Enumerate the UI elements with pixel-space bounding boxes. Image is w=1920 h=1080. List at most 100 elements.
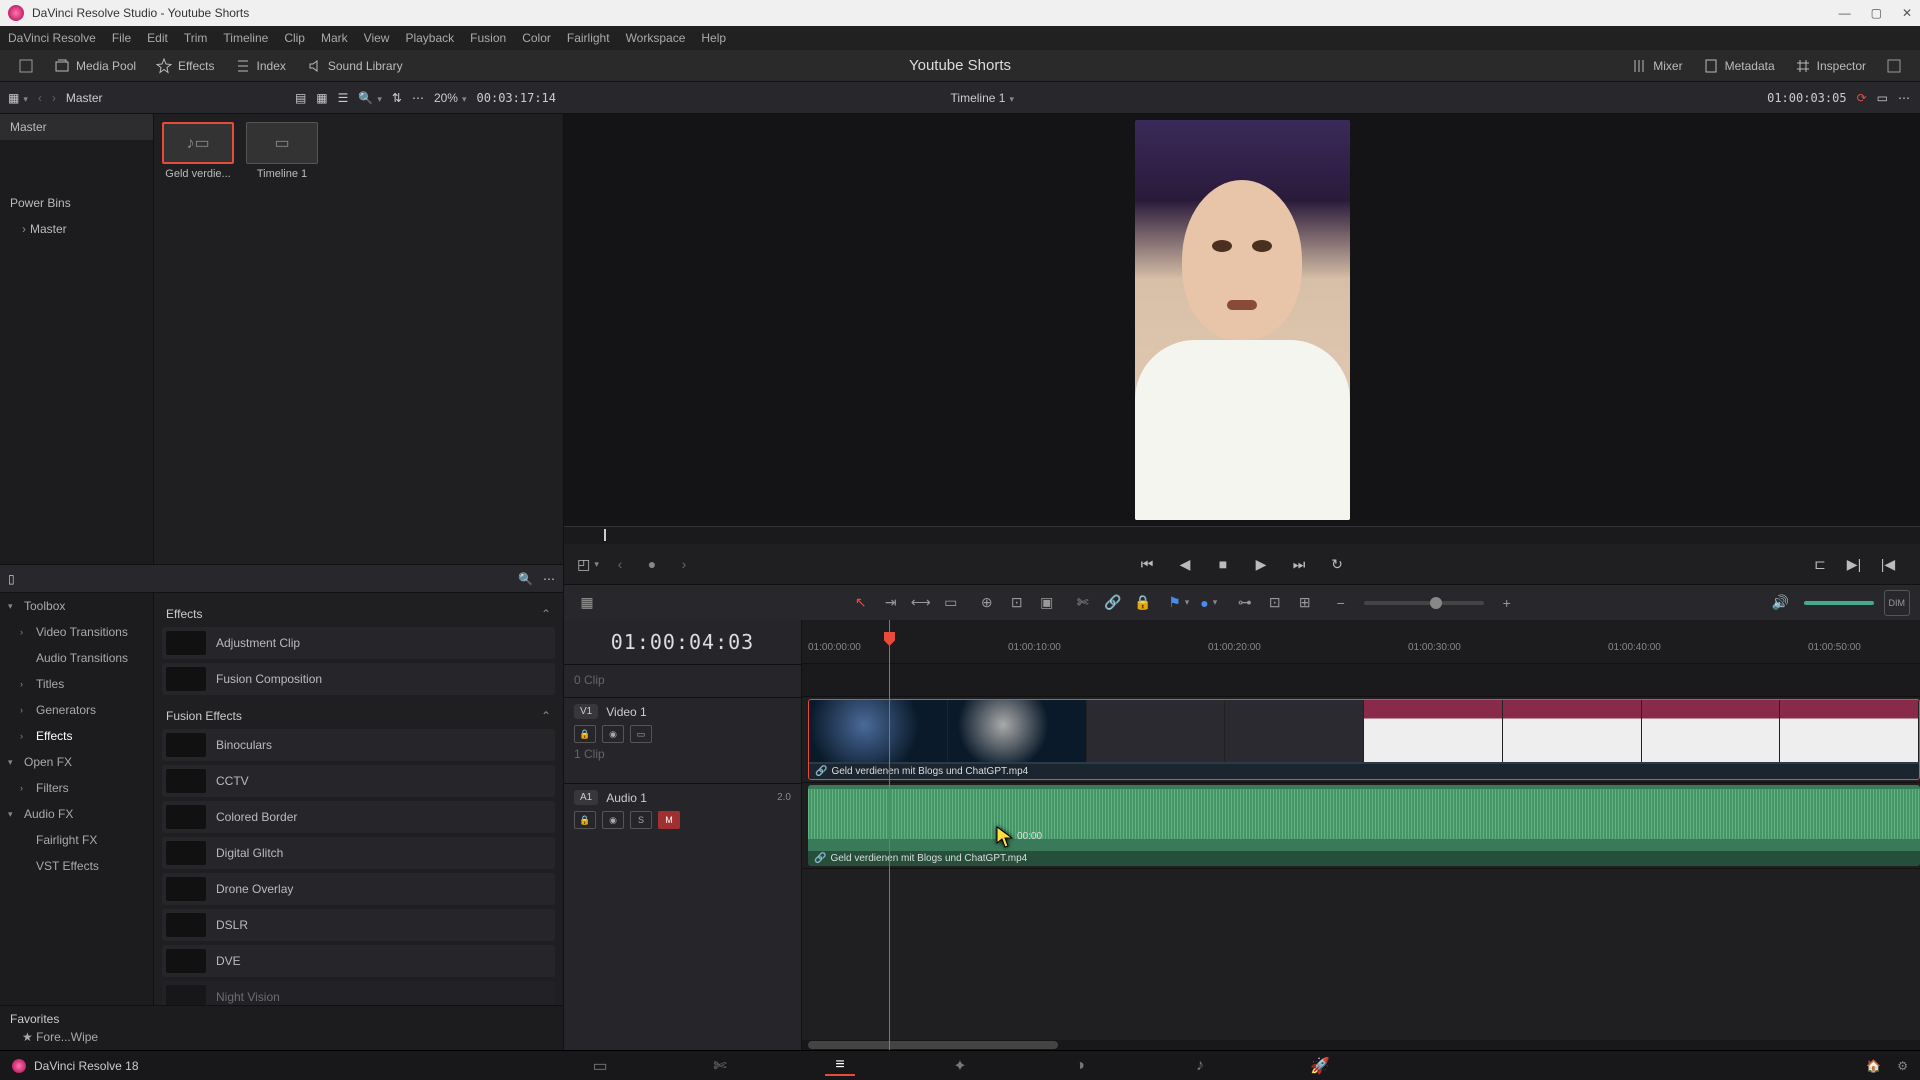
view-list-button[interactable]: ☰ <box>338 91 349 105</box>
media-pool-button[interactable]: Media Pool <box>44 54 146 78</box>
fx-openfx[interactable]: ▾Open FX <box>0 749 153 775</box>
timeline-tracks-area[interactable]: 01:00:00:00 01:00:10:00 01:00:20:00 01:0… <box>802 620 1920 1050</box>
go-next-button[interactable]: ▶| <box>1842 552 1866 576</box>
link-button[interactable]: 🔗 <box>1100 590 1126 616</box>
menu-edit[interactable]: Edit <box>147 31 168 45</box>
video-track-header[interactable]: V1Video 1 🔒 ◉ ▭ 1 Clip <box>564 697 801 783</box>
fx-more-button[interactable]: ⋯ <box>543 572 555 586</box>
menu-mark[interactable]: Mark <box>321 31 348 45</box>
track-dest-button[interactable]: ▭ <box>630 725 652 743</box>
favorite-item[interactable]: ★ Fore...Wipe <box>10 1030 553 1044</box>
fx-fairlight[interactable]: Fairlight FX <box>0 827 153 853</box>
menu-workspace[interactable]: Workspace <box>626 31 686 45</box>
volume-slider[interactable] <box>1804 601 1874 605</box>
menu-trim[interactable]: Trim <box>184 31 208 45</box>
audio-track-header[interactable]: A1Audio 12.0 🔒 ◉ S M <box>564 783 801 869</box>
match-frame-fwd[interactable]: › <box>672 552 696 576</box>
zoom-level[interactable]: 20%▾ <box>434 91 467 105</box>
track-solo-button[interactable]: S <box>630 811 652 829</box>
fx-preset[interactable]: DSLR <box>162 909 555 941</box>
fx-preset[interactable]: Binoculars <box>162 729 555 761</box>
play-button[interactable]: ▶ <box>1249 552 1273 576</box>
timeline-scrollbar[interactable] <box>802 1040 1920 1050</box>
metadata-button[interactable]: Metadata <box>1693 54 1785 78</box>
fx-preset[interactable]: Night Vision <box>162 981 555 1005</box>
zoom-detail-button[interactable]: ⊞ <box>1292 590 1318 616</box>
selection-tool[interactable]: ↖ <box>848 590 874 616</box>
track-lock-button[interactable]: 🔒 <box>574 725 596 743</box>
stop-button[interactable]: ■ <box>1211 552 1235 576</box>
menu-fairlight[interactable]: Fairlight <box>567 31 610 45</box>
bin-master[interactable]: Master <box>0 114 153 140</box>
snap-button[interactable]: ⊶ <box>1232 590 1258 616</box>
blade-tool[interactable]: ▭ <box>938 590 964 616</box>
match-frame-rec[interactable]: ● <box>640 552 664 576</box>
fx-preset[interactable]: Digital Glitch <box>162 837 555 869</box>
edit-page-tab[interactable]: ≡ <box>825 1056 855 1076</box>
lock-button[interactable]: 🔒 <box>1130 590 1156 616</box>
fusion-page-tab[interactable]: ✦ <box>945 1056 975 1076</box>
media-pool-grid[interactable]: ♪▭ Geld verdie... ▭ Timeline 1 <box>154 114 563 564</box>
fx-effects[interactable]: ›Effects <box>0 723 153 749</box>
video-track[interactable]: 🔗Geld verdienen mit Blogs und ChatGPT.mp… <box>802 697 1920 783</box>
effects-button[interactable]: Effects <box>146 54 224 78</box>
trim-tool[interactable]: ⇥ <box>878 590 904 616</box>
fx-preset[interactable]: Adjustment Clip <box>162 627 555 659</box>
favorites-header[interactable]: Favorites <box>10 1012 553 1026</box>
fx-audiofx[interactable]: ▾Audio FX <box>0 801 153 827</box>
nav-fwd-button[interactable]: › <box>52 91 56 105</box>
play-reverse-button[interactable]: ◀ <box>1173 552 1197 576</box>
clip-item[interactable]: ♪▭ Geld verdie... <box>162 122 234 180</box>
track-src-button[interactable]: ◉ <box>602 811 624 829</box>
menu-timeline[interactable]: Timeline <box>223 31 268 45</box>
loop-button[interactable]: ↻ <box>1325 552 1349 576</box>
single-viewer-button[interactable]: ▭ <box>1877 91 1888 105</box>
close-button[interactable]: ✕ <box>1902 6 1912 20</box>
cut-page-tab[interactable]: ✄ <box>705 1056 735 1076</box>
maximize-button[interactable]: ▢ <box>1871 6 1882 20</box>
track-src-button[interactable]: ◉ <box>602 725 624 743</box>
settings-button[interactable]: ⚙ <box>1897 1059 1908 1073</box>
fullscreen-button[interactable] <box>1876 54 1912 78</box>
fx-preset[interactable]: CCTV <box>162 765 555 797</box>
menu-file[interactable]: File <box>112 31 131 45</box>
overwrite-button[interactable]: ⊡ <box>1004 590 1030 616</box>
sound-library-button[interactable]: Sound Library <box>296 54 413 78</box>
blade-edit-button[interactable]: ✄ <box>1070 590 1096 616</box>
mark-in-button[interactable]: ⊏ <box>1808 552 1832 576</box>
flag-button[interactable]: ⚑▾ <box>1166 590 1192 616</box>
last-frame-button[interactable]: ⏭ <box>1287 552 1311 576</box>
audio-clip[interactable]: 🔗Geld verdienen mit Blogs und ChatGPT.mp… <box>808 785 1920 866</box>
menu-playback[interactable]: Playback <box>405 31 454 45</box>
timeline-ruler[interactable]: 01:00:00:00 01:00:10:00 01:00:20:00 01:0… <box>802 620 1920 664</box>
marker-button[interactable]: ●▾ <box>1196 590 1222 616</box>
media-page-tab[interactable]: ▭ <box>585 1056 615 1076</box>
dim-button[interactable]: DIM <box>1884 590 1911 616</box>
go-prev-button[interactable]: |◀ <box>1876 552 1900 576</box>
menu-help[interactable]: Help <box>701 31 726 45</box>
timeline-name-dropdown[interactable]: Timeline 1▾ <box>951 91 1014 105</box>
sort-button[interactable]: ⇅ <box>392 91 402 105</box>
track-lock-button[interactable]: 🔒 <box>574 811 596 829</box>
menu-clip[interactable]: Clip <box>284 31 305 45</box>
viewer-canvas[interactable] <box>564 114 1920 526</box>
menu-davinci-resolve[interactable]: DaVinci Resolve <box>8 31 96 45</box>
zoom-slider[interactable] <box>1364 601 1484 605</box>
index-button[interactable]: Index <box>225 54 296 78</box>
search-button[interactable]: 🔍▾ <box>358 91 381 105</box>
zoom-fit-button[interactable]: ⊡ <box>1262 590 1288 616</box>
fx-group-fusion[interactable]: Fusion Effects⌃ <box>162 703 555 729</box>
video-clip[interactable]: 🔗Geld verdienen mit Blogs und ChatGPT.mp… <box>808 699 1920 780</box>
bypass-button[interactable]: ⟳ <box>1857 91 1867 105</box>
expand-button[interactable] <box>8 54 44 78</box>
fx-filters[interactable]: ›Filters <box>0 775 153 801</box>
fx-generators[interactable]: ›Generators <box>0 697 153 723</box>
match-frame-button[interactable]: ‹ <box>608 552 632 576</box>
zoom-in-button[interactable]: + <box>1494 590 1520 616</box>
inspector-button[interactable]: Inspector <box>1785 54 1876 78</box>
insert-button[interactable]: ⊕ <box>974 590 1000 616</box>
fx-vst[interactable]: VST Effects <box>0 853 153 879</box>
more-button[interactable]: ⋯ <box>412 91 424 105</box>
mixer-button[interactable]: Mixer <box>1621 54 1692 78</box>
power-bin-master[interactable]: ›Master <box>0 216 153 242</box>
